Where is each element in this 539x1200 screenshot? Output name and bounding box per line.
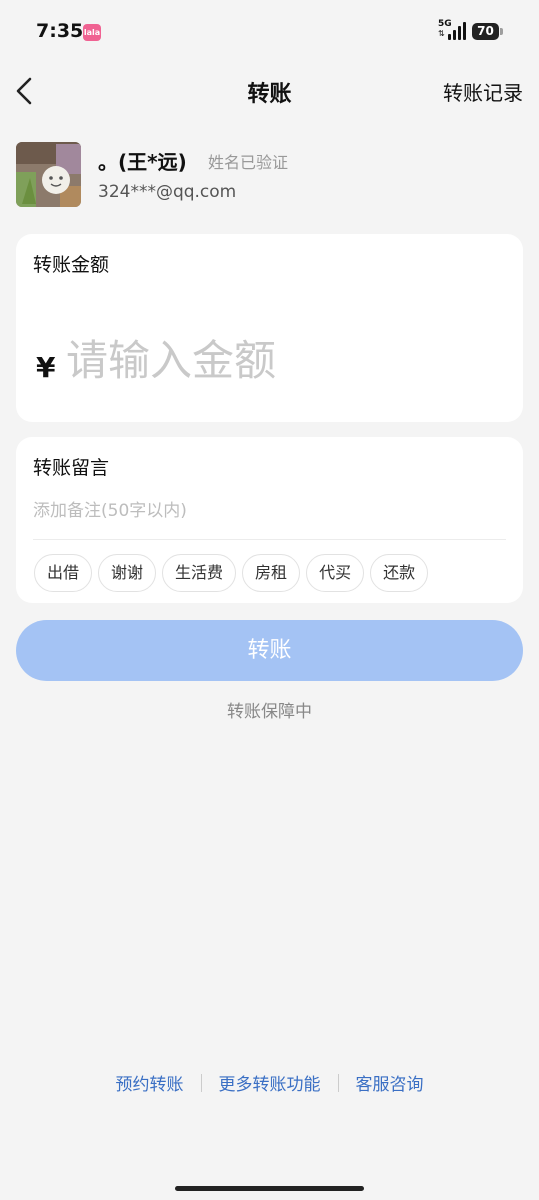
- currency-symbol: ¥: [36, 351, 56, 384]
- battery-level: 70: [472, 23, 499, 40]
- memo-chip[interactable]: 代买: [306, 554, 365, 592]
- amount-label: 转账金额: [33, 254, 110, 276]
- memo-chip[interactable]: 谢谢: [98, 554, 157, 592]
- memo-input[interactable]: [33, 495, 503, 527]
- battery-icon: 70: [472, 23, 503, 40]
- transfer-guarantee-text: 转账保障中: [227, 702, 312, 722]
- transfer-records-link[interactable]: 转账记录: [443, 77, 523, 106]
- data-activity-icon: ⇅: [438, 29, 445, 38]
- memo-chip[interactable]: 还款: [370, 554, 429, 592]
- memo-chip[interactable]: 生活费: [162, 554, 237, 592]
- more-transfer-features-link[interactable]: 更多转账功能: [219, 1070, 321, 1095]
- link-separator: [337, 1073, 339, 1092]
- home-indicator[interactable]: [175, 1186, 364, 1191]
- status-time: 7:35: [36, 20, 84, 42]
- divider: [33, 539, 506, 540]
- memo-card: 转账留言 出借 谢谢 生活费 房租 代买 还款: [16, 437, 523, 603]
- memo-chip[interactable]: 出借: [34, 554, 93, 592]
- amount-input[interactable]: [66, 330, 496, 390]
- nav-bar: 转账 转账记录: [0, 62, 539, 120]
- recipient-name: 。(王*远): [98, 150, 187, 174]
- recipient-account: 324***@qq.com: [98, 182, 237, 202]
- memo-quick-chips: 出借 谢谢 生活费 房租 代买 还款: [34, 554, 429, 592]
- amount-card: 转账金额 ¥: [16, 234, 523, 422]
- link-separator: [200, 1073, 202, 1092]
- app-notification-icon: lala: [83, 24, 101, 41]
- recipient-info: 。(王*远) 姓名已验证 324***@qq.com: [16, 142, 523, 208]
- footer-links: 预约转账 更多转账功能 客服咨询: [0, 1070, 539, 1095]
- signal-strength-icon: [448, 22, 466, 40]
- transfer-button[interactable]: 转账: [16, 620, 523, 681]
- memo-label: 转账留言: [33, 457, 110, 479]
- memo-chip[interactable]: 房租: [242, 554, 301, 592]
- scheduled-transfer-link[interactable]: 预约转账: [116, 1070, 184, 1095]
- customer-service-link[interactable]: 客服咨询: [356, 1070, 424, 1095]
- name-verified-label: 姓名已验证: [208, 153, 289, 172]
- avatar: [16, 142, 81, 207]
- status-bar: 7:35 lala 5G ⇅ 70: [0, 0, 539, 62]
